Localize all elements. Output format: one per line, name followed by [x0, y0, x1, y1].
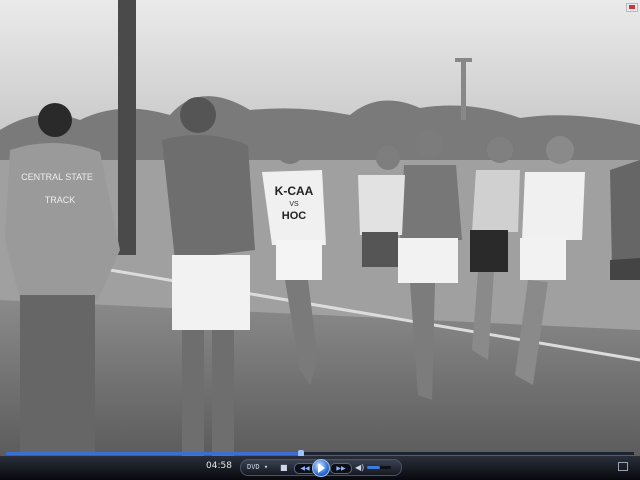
light-pole: [461, 60, 466, 120]
jersey-text-1: K-CAA: [275, 184, 314, 198]
jersey-text-2: VS: [289, 201, 299, 208]
stop-icon[interactable]: ■: [280, 460, 288, 475]
mute-icon[interactable]: ◀): [355, 460, 364, 475]
transport-controls: DVD ▾ ■ ◀◀ ▶▶ ◀): [240, 459, 402, 477]
utility-pole: [118, 0, 136, 255]
fullscreen-icon[interactable]: [618, 462, 628, 471]
volume-level: [367, 466, 381, 469]
elapsed-time: 04:58: [206, 461, 232, 471]
jersey-text-3: HOC: [282, 210, 307, 222]
source-selector[interactable]: DVD ▾: [247, 460, 268, 475]
media-player: CENTRAL STATE TRACK K-CAA VS HOC 04:58 D…: [0, 0, 640, 480]
runner-right-edge: [610, 160, 640, 280]
flag-icon[interactable]: [626, 3, 638, 12]
play-icon[interactable]: [312, 459, 330, 477]
chevron-down-icon: ▾: [263, 463, 269, 471]
shirt-back-text-2: TRACK: [45, 195, 76, 205]
source-label: DVD: [247, 463, 260, 471]
seek-progress: [6, 452, 302, 455]
light-pole-head: [455, 58, 472, 62]
shirt-back-text-1: CENTRAL STATE: [21, 172, 93, 182]
video-frame[interactable]: CENTRAL STATE TRACK K-CAA VS HOC: [0, 0, 640, 456]
volume-slider[interactable]: [367, 466, 391, 469]
next-icon[interactable]: ▶▶: [330, 463, 352, 474]
seek-bar[interactable]: [6, 450, 634, 457]
